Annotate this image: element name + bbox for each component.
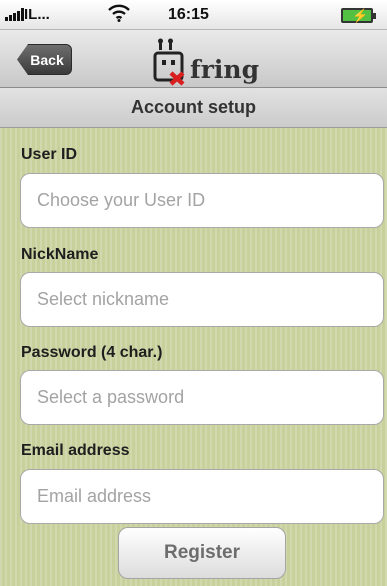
register-button[interactable]: Register bbox=[118, 527, 286, 579]
password-input[interactable] bbox=[20, 370, 384, 425]
clock: 16:15 bbox=[168, 6, 209, 23]
navigation-bar: Back fring bbox=[0, 30, 387, 88]
user-id-input[interactable] bbox=[20, 173, 384, 228]
nickname-input[interactable] bbox=[20, 272, 384, 327]
back-button[interactable]: Back bbox=[17, 44, 72, 75]
signal-icon bbox=[5, 8, 24, 21]
email-label: Email address bbox=[21, 442, 130, 459]
fring-robot-icon bbox=[153, 38, 185, 86]
nickname-label: NickName bbox=[21, 246, 99, 263]
charging-icon: ⚡ bbox=[352, 8, 369, 23]
carrier-name: IL... bbox=[24, 6, 50, 23]
wifi-icon bbox=[108, 4, 130, 22]
fring-logo: fring bbox=[152, 32, 259, 86]
password-label: Password (4 char.) bbox=[21, 344, 163, 361]
logo-text: fring bbox=[190, 55, 260, 84]
user-id-label: User ID bbox=[21, 146, 78, 163]
page-title: Account setup bbox=[0, 88, 387, 128]
status-bar: IL... 16:15 ⚡ bbox=[0, 0, 387, 30]
email-input[interactable] bbox=[20, 469, 384, 524]
battery-icon: ⚡ bbox=[341, 8, 376, 23]
